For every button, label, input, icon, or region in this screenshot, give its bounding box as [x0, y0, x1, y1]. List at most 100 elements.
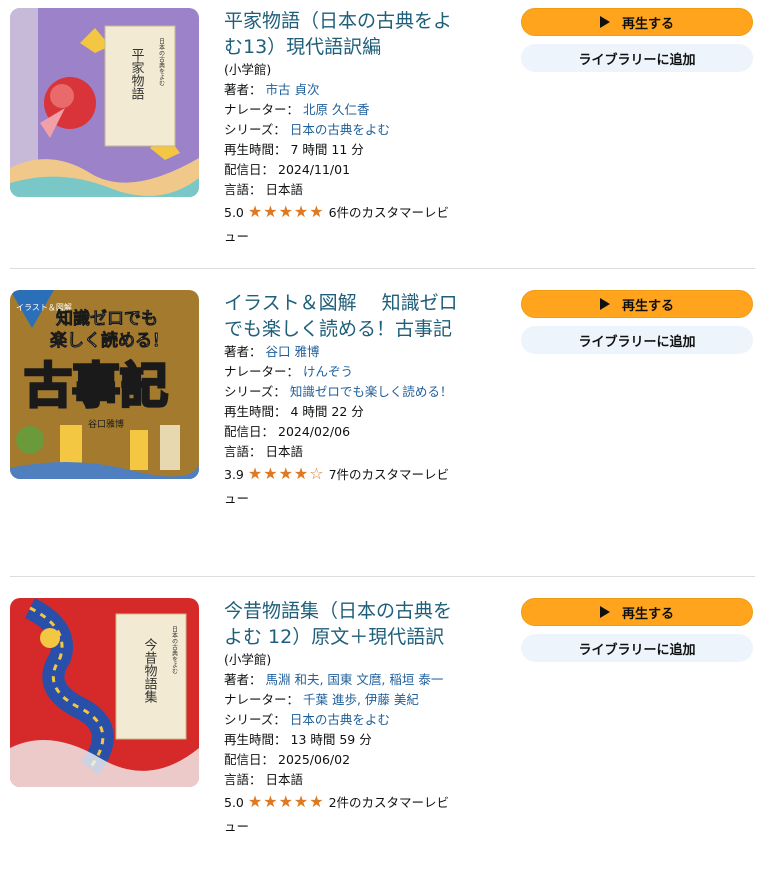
author-row: 著者： 市古 貞次 [224, 80, 460, 100]
rating-row: 3.9 ★★★★☆ 7件のカスタマーレビュー [224, 462, 460, 511]
publisher: (小学館) [224, 62, 272, 77]
release-label: 配信日： [224, 162, 275, 177]
star-rating[interactable]: ★★★★★ [247, 792, 325, 811]
star-icon: ★ [293, 202, 310, 221]
rating-value: 5.0 [224, 795, 244, 810]
play-icon [599, 606, 610, 618]
book-cover[interactable]: 今昔物語集 日本の古典をよむ [10, 598, 199, 787]
narrator-link[interactable]: けんぞう [303, 364, 353, 379]
author-label: 著者： [224, 344, 262, 359]
star-rating[interactable]: ★★★★★ [247, 202, 325, 221]
book-info: 今昔物語集（日本の古典をよむ 12）原文＋現代語訳 (小学館) 著者： 馬淵 和… [224, 598, 460, 839]
cover-subtitle-2: 楽しく読める！ [50, 330, 169, 351]
cover-title: 平家物語 [129, 48, 145, 100]
release-value: 2025/06/02 [278, 752, 351, 767]
release-value: 2024/02/06 [278, 424, 351, 439]
publisher: (小学館) [224, 652, 272, 667]
release-row: 配信日： 2024/11/01 [224, 160, 460, 180]
book-title-link[interactable]: イラスト＆図解 知識ゼロでも楽しく読める！古事記 [224, 290, 460, 342]
star-icon: ★ [247, 792, 264, 811]
library-label: ライブラリーに追加 [578, 52, 696, 68]
series-link[interactable]: 日本の古典をよむ [290, 712, 390, 727]
release-label: 配信日： [224, 424, 275, 439]
narrator-label: ナレーター： [224, 102, 300, 117]
author-label: 著者： [224, 672, 262, 687]
book-cover[interactable]: 平家物語 日本の古典をよむ [10, 8, 199, 197]
length-label: 再生時間： [224, 404, 287, 419]
release-row: 配信日： 2025/06/02 [224, 750, 460, 770]
author-label: 著者： [224, 82, 262, 97]
actions: 再生する ライブラリーに追加 [521, 290, 753, 354]
star-icon: ★ [278, 464, 294, 483]
star-icon: ★ [247, 202, 264, 221]
add-to-library-button[interactable]: ライブラリーに追加 [521, 326, 753, 354]
language-value: 日本語 [265, 444, 304, 459]
book-cover[interactable]: イラスト＆図解 知識ゼロでも 楽しく読める！ 古事記 谷口雅博 [10, 290, 199, 479]
narrator-link[interactable]: 千葉 進歩, 伊藤 美紀 [303, 692, 419, 707]
narrator-row: ナレーター： けんぞう [224, 362, 460, 382]
length-value: 4 時間 22 分 [290, 404, 364, 419]
narrator-link[interactable]: 北原 久仁香 [303, 102, 369, 117]
language-row: 言語： 日本語 [224, 180, 460, 200]
play-label: 再生する [621, 606, 674, 622]
star-empty-icon: ☆ [309, 464, 325, 483]
add-to-library-button[interactable]: ライブラリーに追加 [521, 634, 753, 662]
author-link[interactable]: 市古 貞次 [266, 82, 320, 97]
cover-series: 日本の古典をよむ [171, 626, 178, 674]
narrator-row: ナレーター： 千葉 進歩, 伊藤 美紀 [224, 690, 460, 710]
play-button[interactable]: 再生する [521, 598, 753, 626]
book-title-link[interactable]: 今昔物語集（日本の古典をよむ 12）原文＋現代語訳 [224, 598, 460, 650]
cover-art: 今昔物語集 日本の古典をよむ [10, 598, 199, 787]
cover-author: 谷口雅博 [88, 418, 124, 430]
release-row: 配信日： 2024/02/06 [224, 422, 460, 442]
rating-value: 5.0 [224, 205, 244, 220]
length-label: 再生時間： [224, 732, 287, 747]
play-button[interactable]: 再生する [521, 8, 753, 36]
play-icon [599, 298, 610, 310]
language-value: 日本語 [265, 182, 304, 197]
star-icon: ★ [263, 464, 279, 483]
star-rating[interactable]: ★★★★☆ [247, 464, 325, 483]
rating-row: 5.0 ★★★★★ 2件のカスタマーレビュー [224, 790, 460, 839]
play-label: 再生する [621, 298, 674, 314]
book-title-link[interactable]: 平家物語（日本の古典をよむ13）現代語訳編 [224, 8, 460, 60]
length-row: 再生時間： 13 時間 59 分 [224, 730, 460, 750]
star-icon: ★ [247, 464, 264, 483]
author-link[interactable]: 谷口 雅博 [266, 344, 320, 359]
series-link[interactable]: 日本の古典をよむ [290, 122, 390, 137]
star-icon: ★ [293, 792, 310, 811]
language-label: 言語： [224, 182, 262, 197]
length-value: 13 時間 59 分 [290, 732, 372, 747]
release-label: 配信日： [224, 752, 275, 767]
author-link[interactable]: 馬淵 和夫, 国東 文麿, 稲垣 泰一 [266, 672, 444, 687]
play-icon [599, 16, 610, 28]
play-button[interactable]: 再生する [521, 290, 753, 318]
series-label: シリーズ： [224, 122, 286, 137]
actions: 再生する ライブラリーに追加 [521, 598, 753, 662]
release-value: 2024/11/01 [278, 162, 351, 177]
language-row: 言語： 日本語 [224, 442, 460, 462]
star-icon: ★ [278, 792, 294, 811]
actions: 再生する ライブラリーに追加 [521, 8, 753, 72]
book-info: イラスト＆図解 知識ゼロでも楽しく読める！古事記 著者： 谷口 雅博 ナレーター… [224, 290, 460, 511]
length-label: 再生時間： [224, 142, 287, 157]
star-icon: ★ [293, 464, 310, 483]
library-label: ライブラリーに追加 [578, 334, 696, 350]
rating-row: 5.0 ★★★★★ 6件のカスタマーレビュー [224, 200, 460, 249]
author-row: 著者： 馬淵 和夫, 国東 文麿, 稲垣 泰一 [224, 670, 460, 690]
series-row: シリーズ： 日本の古典をよむ [224, 710, 460, 730]
cover-series: 日本の古典をよむ [158, 38, 165, 86]
divider [10, 268, 755, 269]
language-row: 言語： 日本語 [224, 770, 460, 790]
rating-value: 3.9 [224, 467, 244, 482]
library-label: ライブラリーに追加 [578, 642, 696, 658]
series-link[interactable]: 知識ゼロでも楽しく読める！ [290, 384, 453, 399]
play-label: 再生する [621, 16, 674, 32]
series-label: シリーズ： [224, 712, 286, 727]
cover-subtitle-1: 知識ゼロでも [55, 308, 158, 329]
length-row: 再生時間： 7 時間 11 分 [224, 140, 460, 160]
cover-art: 平家物語 日本の古典をよむ [10, 8, 199, 197]
language-value: 日本語 [265, 772, 304, 787]
cover-art: イラスト＆図解 知識ゼロでも 楽しく読める！ 古事記 谷口雅博 [10, 290, 199, 479]
add-to-library-button[interactable]: ライブラリーに追加 [521, 44, 753, 72]
